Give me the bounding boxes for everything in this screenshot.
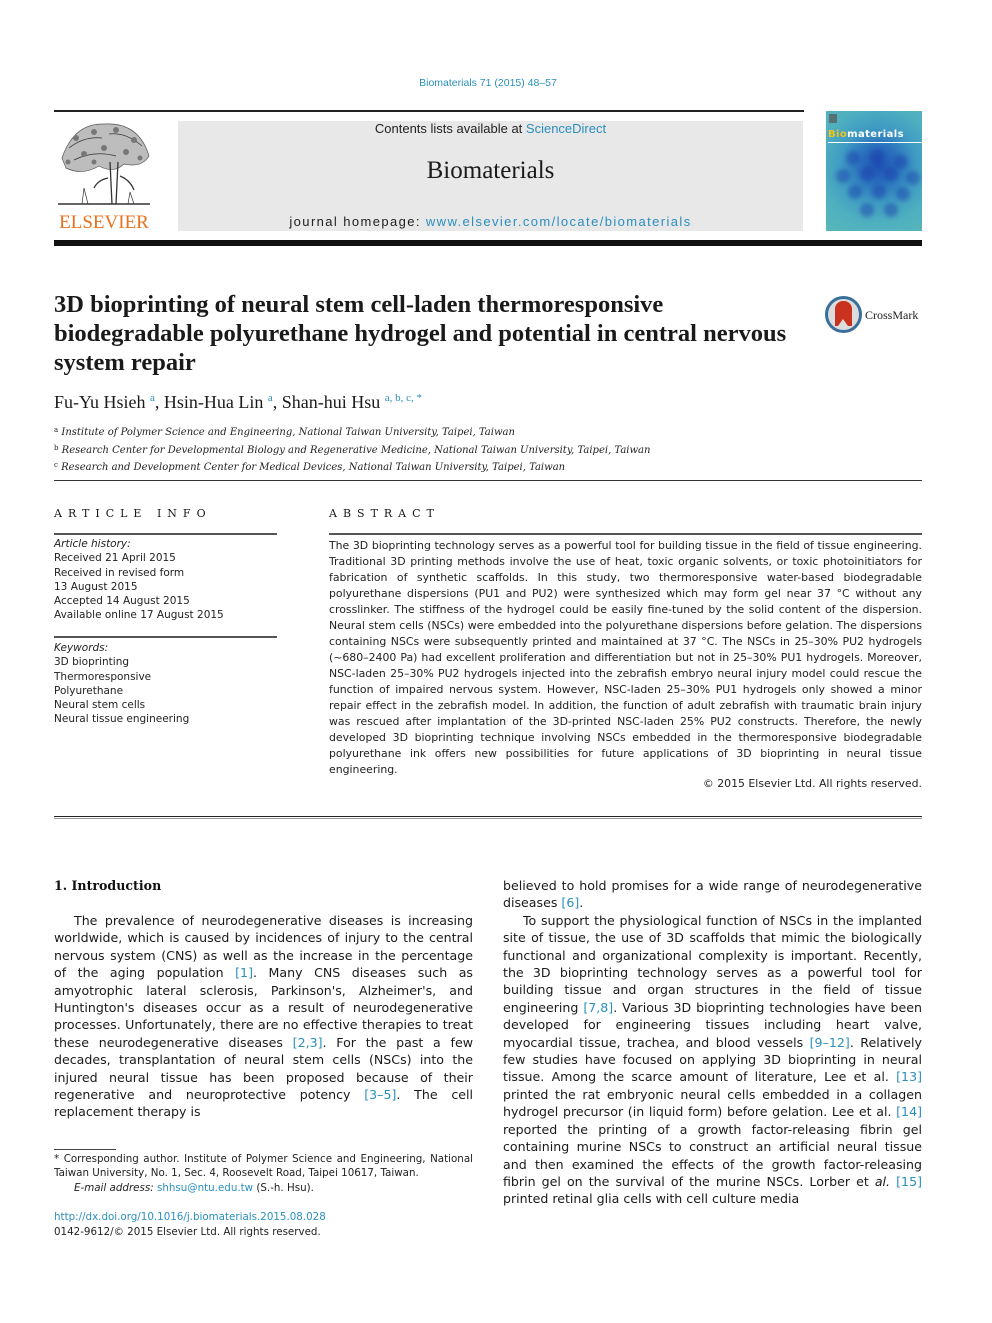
article-info-rule bbox=[54, 533, 277, 535]
abstract-rule bbox=[329, 533, 922, 535]
citation-link[interactable]: [1] bbox=[235, 965, 253, 980]
keyword-item: Neural tissue engineering bbox=[54, 713, 190, 726]
history-item: Available online 17 August 2015 bbox=[54, 609, 224, 622]
issn-copyright: 0142-9612/© 2015 Elsevier Ltd. All right… bbox=[54, 1226, 321, 1238]
footnote-rule bbox=[54, 1149, 116, 1150]
elsevier-wordmark: ELSEVIER bbox=[59, 212, 149, 233]
header-rule bbox=[54, 110, 804, 112]
homepage-prefix: journal homepage: bbox=[289, 214, 426, 229]
history-item: Accepted 14 August 2015 bbox=[54, 595, 190, 608]
cover-title: Biomaterials bbox=[828, 129, 904, 140]
citation-link[interactable]: [15] bbox=[896, 1174, 922, 1189]
section-heading-introduction: 1. Introduction bbox=[54, 878, 162, 893]
keyword-item: 3D bioprinting bbox=[54, 656, 130, 669]
cover-rule bbox=[828, 142, 922, 143]
keyword-item: Thermoresponsive bbox=[54, 670, 152, 683]
body-column-right: believed to hold promises for a wide ran… bbox=[503, 877, 922, 1208]
keywords-list: Keywords: 3D bioprinting Thermoresponsiv… bbox=[54, 641, 189, 727]
sciencedirect-link[interactable]: ScienceDirect bbox=[526, 121, 606, 136]
citation-link[interactable]: [9–12] bbox=[810, 1035, 850, 1050]
email-label: E-mail address: bbox=[74, 1181, 157, 1194]
author-affiliation-mark[interactable]: a bbox=[268, 392, 273, 404]
journal-citation-link[interactable]: Biomaterials 71 (2015) 48–57 bbox=[0, 77, 976, 89]
keywords-label: Keywords: bbox=[54, 642, 109, 654]
header-thick-rule bbox=[54, 240, 922, 246]
corresponding-author-footnote: * Corresponding author. Institute of Pol… bbox=[54, 1152, 473, 1195]
crossmark-button[interactable]: CrossMark bbox=[825, 296, 925, 336]
crossmark-label: CrossMark bbox=[865, 308, 919, 322]
email-link[interactable]: shhsu@ntu.edu.tw bbox=[157, 1182, 253, 1194]
journal-homepage-link[interactable]: www.elsevier.com/locate/biomaterials bbox=[426, 214, 692, 229]
citation-link[interactable]: [13] bbox=[896, 1069, 922, 1084]
author-name[interactable]: Hsin-Hua Lin bbox=[164, 392, 263, 412]
article-history-label: Article history: bbox=[54, 538, 131, 550]
article-info-heading: ARTICLE INFO bbox=[54, 507, 212, 520]
author-name[interactable]: Fu-Yu Hsieh bbox=[54, 392, 146, 412]
article-history: Article history: Received 21 April 2015 … bbox=[54, 537, 224, 623]
elsevier-tree-icon bbox=[58, 123, 150, 205]
doi-link[interactable]: http://dx.doi.org/10.1016/j.biomaterials… bbox=[54, 1211, 326, 1223]
citation-link[interactable]: [3–5] bbox=[364, 1087, 396, 1102]
corresponding-author-text: * Corresponding author. Institute of Pol… bbox=[54, 1153, 473, 1180]
keyword-item: Neural stem cells bbox=[54, 699, 146, 712]
abstract-copyright: © 2015 Elsevier Ltd. All rights reserved… bbox=[702, 777, 922, 790]
keywords-rule bbox=[54, 636, 277, 638]
citation-link[interactable]: [7,8] bbox=[583, 1000, 613, 1015]
keyword-item: Polyurethane bbox=[54, 684, 124, 697]
affiliation-item: b Research Center for Developmental Biol… bbox=[54, 443, 651, 456]
abstract-heading: ABSTRACT bbox=[329, 507, 440, 520]
affiliation-item: a Institute of Polymer Science and Engin… bbox=[54, 426, 515, 438]
contents-line: Contents lists available at ScienceDirec… bbox=[178, 121, 803, 136]
journal-banner: Contents lists available at ScienceDirec… bbox=[178, 121, 803, 231]
affiliation-item: c Research and Development Center for Me… bbox=[54, 461, 566, 473]
citation-link[interactable]: [6] bbox=[561, 895, 579, 910]
history-item: Received in revised form bbox=[54, 566, 185, 579]
contents-prefix: Contents lists available at bbox=[374, 121, 526, 136]
paragraph: To support the physiological function of… bbox=[503, 912, 923, 1207]
journal-cover-image[interactable]: Biomaterials bbox=[826, 111, 922, 231]
history-item: 13 August 2015 bbox=[54, 580, 138, 593]
email-row: E-mail address: shhsu@ntu.edu.tw (S.-h. … bbox=[74, 1181, 314, 1194]
paragraph: believed to hold promises for a wide ran… bbox=[503, 878, 922, 911]
affiliation-list: a Institute of Polymer Science and Engin… bbox=[54, 423, 650, 476]
paragraph: The prevalence of neurodegenerative dise… bbox=[54, 913, 473, 1120]
cover-emblem-icon bbox=[829, 114, 837, 123]
title-divider bbox=[54, 480, 922, 481]
body-column-left: The prevalence of neurodegenerative dise… bbox=[54, 912, 473, 1121]
author-affiliation-mark[interactable]: a bbox=[150, 392, 155, 404]
citation-link[interactable]: [2,3] bbox=[293, 1035, 323, 1050]
abstract-text: The 3D bioprinting technology serves as … bbox=[329, 539, 922, 776]
author-name[interactable]: Shan-hui Hsu bbox=[282, 392, 381, 412]
article-title: 3D bioprinting of neural stem cell-laden… bbox=[54, 291, 787, 376]
elsevier-logo[interactable]: ELSEVIER bbox=[54, 118, 154, 234]
author-affiliation-mark[interactable]: a, b, c, * bbox=[385, 392, 422, 404]
citation-link[interactable]: [14] bbox=[896, 1104, 922, 1119]
abstract-divider bbox=[54, 816, 922, 819]
journal-title: Biomaterials bbox=[426, 157, 555, 184]
history-item: Received 21 April 2015 bbox=[54, 552, 176, 565]
journal-homepage-line: journal homepage: www.elsevier.com/locat… bbox=[178, 214, 803, 229]
italic-text: al. bbox=[874, 1173, 891, 1189]
doi-block: http://dx.doi.org/10.1016/j.biomaterials… bbox=[54, 1210, 326, 1240]
author-list: Fu-Yu Hsieh a, Hsin-Hua Lin a, Shan-hui … bbox=[54, 392, 423, 412]
